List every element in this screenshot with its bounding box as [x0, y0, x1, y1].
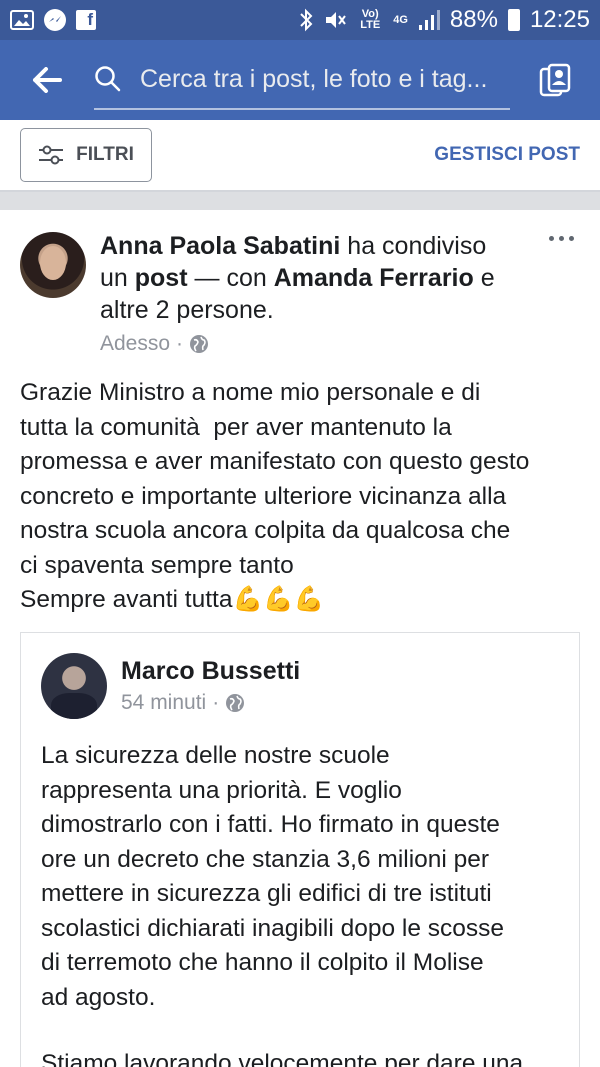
- post-header: Anna Paola Sabatini ha condiviso un post…: [0, 210, 600, 370]
- search-icon: [94, 65, 140, 93]
- mute-icon: [323, 8, 347, 32]
- tagged-person-link[interactable]: Amanda Ferrario: [274, 264, 474, 292]
- shared-author-name[interactable]: Marco Bussetti: [121, 657, 300, 686]
- with-text: — con: [187, 264, 274, 292]
- post-body-text: Grazie Ministro a nome mio personale e d…: [20, 379, 530, 613]
- battery-percent: 88%: [449, 6, 498, 33]
- avatar[interactable]: [20, 232, 86, 298]
- gallery-icon: [10, 9, 34, 31]
- author-name[interactable]: Anna Paola Sabatini: [100, 232, 340, 260]
- profile-card-button[interactable]: [510, 40, 600, 120]
- filters-button[interactable]: FILTRI: [20, 128, 152, 182]
- post-header-text: Anna Paola Sabatini ha condiviso un post…: [100, 230, 520, 326]
- shared-post-meta: 54 minuti ·: [121, 691, 245, 715]
- dot: [549, 236, 554, 241]
- messenger-icon: [44, 9, 66, 31]
- shared-post-body-continued: Stiamo lavorando velocemente per dare un…: [41, 1050, 524, 1067]
- shared-post-card[interactable]: Marco Bussetti 54 minuti · La sicurezza …: [20, 632, 580, 1067]
- post-meta: Adesso ·: [100, 332, 209, 356]
- manage-posts-link[interactable]: GESTISCI POST: [434, 144, 580, 166]
- section-divider: [0, 190, 600, 210]
- search-header: [0, 40, 600, 120]
- shared-post-timestamp[interactable]: 54 minuti: [121, 691, 206, 715]
- shared-author-avatar[interactable]: [41, 653, 107, 719]
- clock: 12:25: [529, 6, 590, 33]
- post-link[interactable]: post: [135, 264, 188, 292]
- post-options-button[interactable]: [549, 236, 574, 241]
- globe-icon: [190, 335, 209, 353]
- facebook-icon: f: [76, 10, 96, 30]
- battery-icon: [507, 9, 520, 31]
- back-arrow-icon: [33, 67, 62, 93]
- shared-post-body-text: La sicurezza delle nostre scuole rappres…: [41, 742, 505, 1011]
- signal-icon: [418, 9, 440, 31]
- search-bar[interactable]: [94, 50, 510, 110]
- volte-icon: Vo) LTE: [360, 8, 381, 31]
- post: Anna Paola Sabatini ha condiviso un post…: [0, 210, 600, 1067]
- filter-row: FILTRI GESTISCI POST: [0, 120, 600, 190]
- globe-icon: [226, 694, 245, 712]
- meta-separator: ·: [212, 691, 220, 714]
- filters-label: FILTRI: [76, 144, 134, 165]
- post-timestamp[interactable]: Adesso: [100, 332, 170, 356]
- back-button[interactable]: [0, 40, 94, 120]
- sliders-icon: [39, 145, 64, 165]
- dot: [569, 236, 574, 241]
- status-bar: f Vo) LTE 4G 88% 12:25: [0, 0, 600, 40]
- dot: [559, 236, 564, 241]
- network-4g-icon: 4G: [393, 13, 408, 26]
- bluetooth-icon: [299, 8, 313, 32]
- search-input[interactable]: [140, 64, 510, 94]
- meta-separator: ·: [176, 332, 184, 355]
- profile-card-icon: [539, 63, 571, 97]
